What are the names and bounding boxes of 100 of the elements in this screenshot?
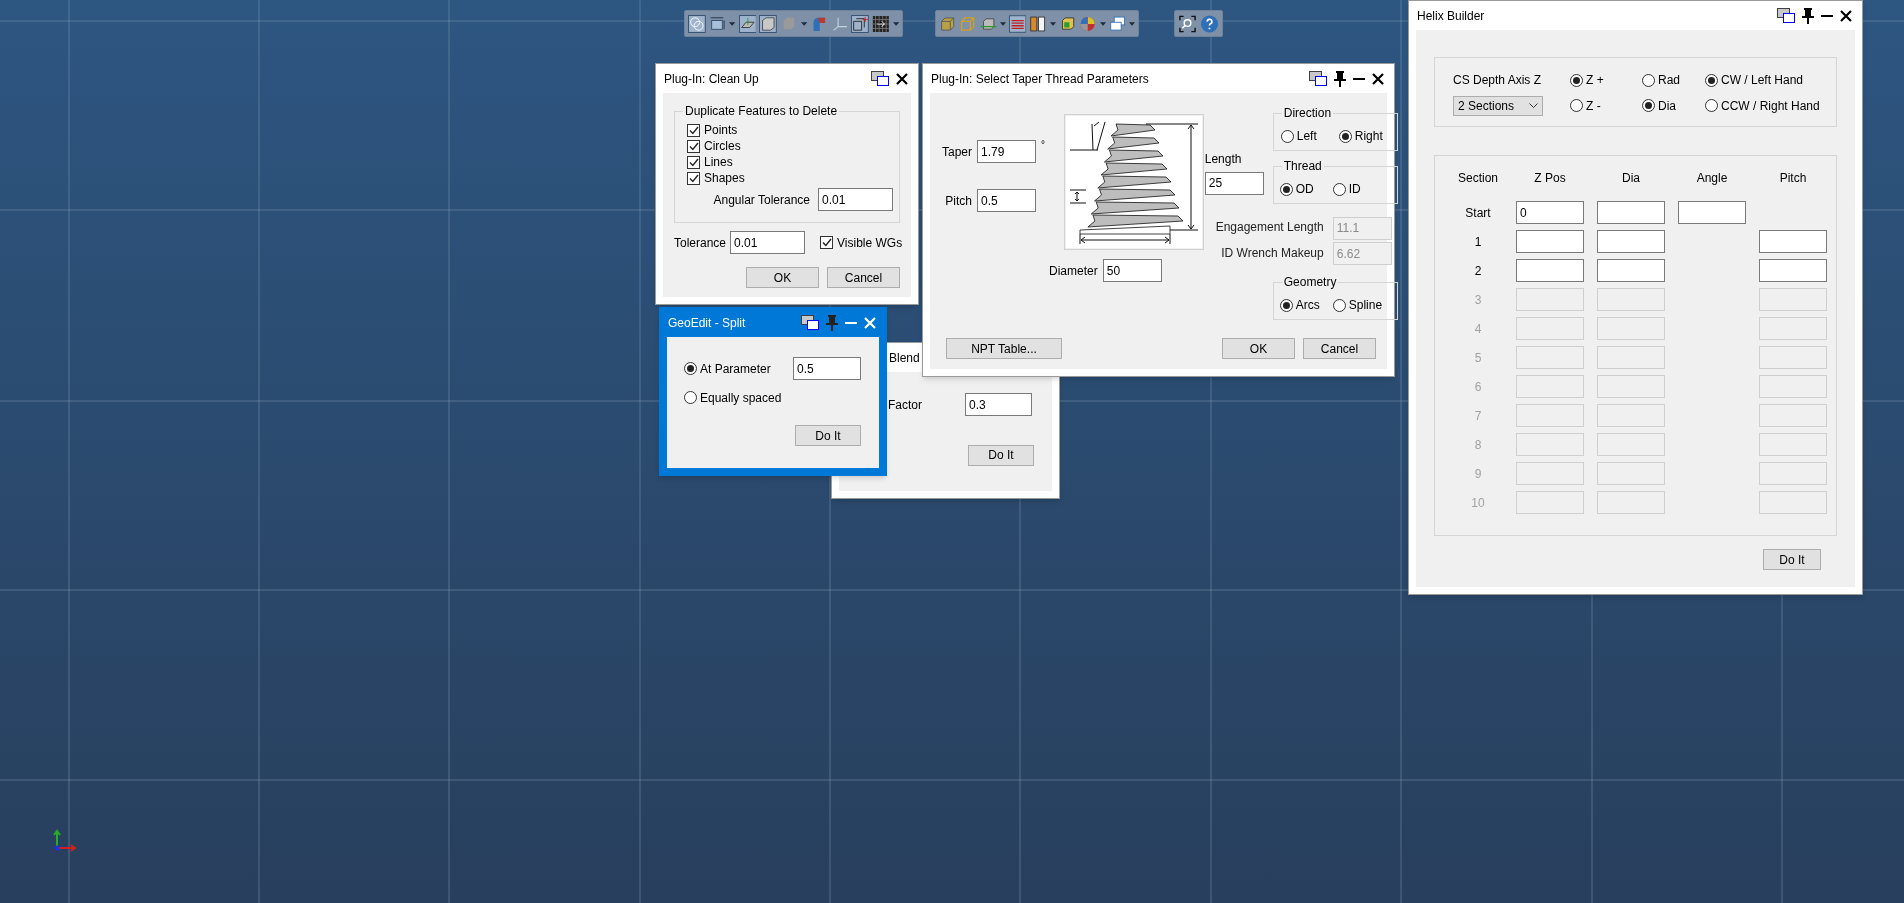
input-field[interactable]: 0.5 [977, 189, 1037, 212]
radio-button[interactable] [1642, 99, 1655, 112]
caret-icon[interactable] [892, 21, 900, 26]
input-field[interactable] [1597, 259, 1665, 282]
minimize-icon[interactable] [1821, 14, 1833, 17]
layers-icon[interactable] [1009, 13, 1027, 34]
windows-icon[interactable] [1108, 13, 1126, 34]
checkbox-label: Points [704, 122, 738, 139]
radio-button[interactable] [1705, 99, 1718, 112]
cube-icon[interactable] [759, 13, 778, 34]
radio-label: Rad [1658, 72, 1680, 89]
group-label: Thread [1281, 159, 1324, 173]
field-label: Diameter [1049, 262, 1098, 280]
input-field[interactable]: 0.01 [818, 188, 893, 211]
dialog-button[interactable]: OK [1222, 338, 1295, 359]
input-field[interactable] [1597, 201, 1665, 224]
radio-button[interactable] [1570, 73, 1583, 87]
input-field[interactable]: 1.79 [977, 140, 1037, 163]
radio-button[interactable] [1279, 182, 1293, 196]
input-field[interactable] [1678, 201, 1746, 224]
column-header: Dia [1621, 170, 1641, 187]
radio-label: OD [1295, 181, 1314, 198]
checkbox-label: Lines [704, 154, 733, 171]
dialog-button[interactable]: Cancel [827, 267, 900, 288]
pin-icon[interactable] [1802, 7, 1814, 24]
group-label: Geometry [1281, 275, 1339, 289]
radio-label: Dia [1658, 97, 1676, 115]
dialog-button[interactable]: OK [746, 267, 819, 288]
minimize-icon[interactable] [1353, 77, 1365, 80]
dialog-button[interactable]: Do It [1763, 549, 1821, 570]
radio-button[interactable] [1705, 73, 1718, 87]
field-label: Pitch [945, 192, 973, 210]
window-icon[interactable] [1777, 8, 1795, 23]
radio-button[interactable] [1332, 182, 1346, 196]
input-field[interactable]: 0.5 [793, 357, 861, 380]
radio-label: Left [1296, 128, 1317, 145]
dialog-button[interactable]: NPT Table... [946, 338, 1062, 359]
caret-icon[interactable] [729, 21, 736, 26]
caret-icon[interactable] [1128, 21, 1135, 26]
pin-icon[interactable] [1334, 70, 1346, 87]
radio-label: At Parameter [700, 360, 771, 378]
group-label: Duplicate Features to Delete [683, 104, 840, 118]
input-field[interactable] [1759, 230, 1827, 253]
radio-button[interactable] [684, 391, 697, 404]
radio-button[interactable] [1280, 129, 1294, 143]
radio-button[interactable] [1332, 298, 1346, 312]
radio-label: Spline [1348, 297, 1383, 314]
input-field[interactable]: 0.01 [730, 231, 806, 254]
caret-icon[interactable] [800, 21, 807, 26]
field-label: Taper [942, 143, 973, 161]
radio-label: Z - [1586, 97, 1601, 115]
dropdown-field[interactable]: 2 Sections [1453, 95, 1543, 116]
help-icon[interactable] [1200, 13, 1219, 34]
row-label: 8 [1473, 436, 1483, 454]
axis-triad-icon [52, 828, 78, 852]
radio-button[interactable] [1570, 99, 1583, 112]
checkbox-label: Circles [704, 138, 741, 155]
window-title: GeoEdit - Split [668, 314, 746, 332]
dialog-button[interactable]: Cancel [1303, 338, 1376, 359]
input-field[interactable] [1759, 259, 1827, 282]
close-icon[interactable] [896, 72, 908, 85]
input-field[interactable]: 25 [1204, 171, 1264, 195]
radio-button[interactable] [1279, 298, 1293, 312]
circles-icon[interactable] [688, 13, 706, 34]
plane-icon[interactable] [738, 13, 757, 34]
column-header: Z Pos [1533, 170, 1567, 187]
input-field[interactable] [1597, 230, 1665, 253]
radio-label: Right [1354, 128, 1383, 145]
radio-button[interactable] [684, 362, 697, 375]
close-icon[interactable] [1840, 9, 1852, 22]
caret-icon[interactable] [1099, 21, 1106, 26]
input-field[interactable] [1516, 259, 1584, 282]
radio-button[interactable] [1338, 129, 1352, 143]
caret-icon[interactable] [1000, 21, 1007, 26]
field-label: Tolerance [674, 234, 727, 252]
dialog-button[interactable]: Do It [968, 444, 1034, 466]
checkbox[interactable] [687, 155, 700, 169]
window-icon[interactable] [801, 315, 819, 330]
radio-label: Z + [1586, 72, 1604, 89]
grid-arrow-icon[interactable] [872, 13, 890, 34]
zoom-fit-icon[interactable] [1178, 13, 1197, 34]
input-field[interactable] [1516, 230, 1584, 253]
row-label: 5 [1473, 349, 1483, 367]
checkbox[interactable] [687, 139, 700, 153]
checkbox[interactable] [687, 171, 700, 185]
radio-button[interactable] [1642, 73, 1655, 87]
checkbox[interactable] [687, 123, 700, 137]
close-icon[interactable] [1372, 72, 1384, 85]
window-title: Blend [889, 349, 920, 367]
dialog-button[interactable]: Do It [795, 425, 861, 446]
window-icon[interactable] [871, 71, 889, 86]
window-icon[interactable] [1309, 71, 1327, 86]
input-field[interactable]: 0 [1516, 201, 1584, 224]
radio-label: CW / Left Hand [1721, 72, 1804, 89]
caret-icon[interactable] [1049, 21, 1056, 26]
panels-icon[interactable] [1029, 13, 1047, 34]
input-field[interactable]: 50 [1102, 259, 1162, 282]
row-label: 4 [1473, 320, 1483, 338]
checkbox[interactable] [820, 236, 834, 249]
input-field[interactable]: 0.3 [965, 393, 1032, 416]
